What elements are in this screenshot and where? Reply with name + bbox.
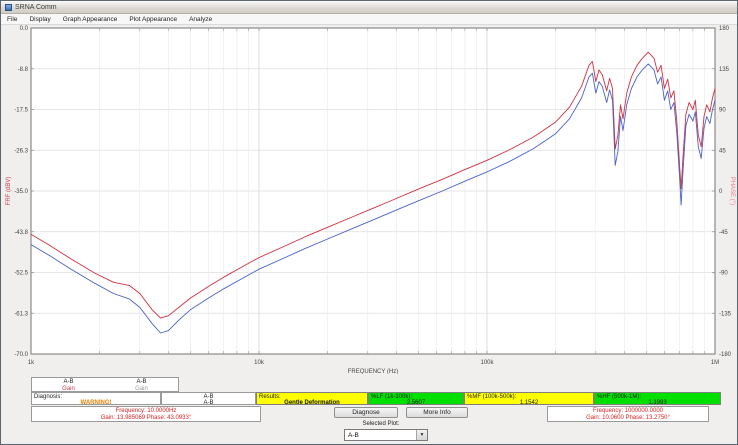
metric-mf: %MF (100k-500k): 1.1542 bbox=[464, 392, 594, 405]
diagnosis-box: Diagnosis: WARNING! bbox=[31, 392, 161, 405]
legend-entry-2: A-B Gain bbox=[105, 378, 178, 391]
svg-text:0: 0 bbox=[719, 189, 723, 195]
app-icon bbox=[5, 4, 12, 11]
frequency-response-chart[interactable]: 0.0 180 -8.8 135 -17.5 90 -26.3 45 -35.0 0 -43.8 -4… bbox=[1, 25, 738, 374]
cursor-readout-right: Frequency: 1000000.0000 Gain: 10.0600 Ph… bbox=[547, 406, 709, 422]
metric-lf-label: %LF (1k-100k): bbox=[369, 393, 463, 400]
svg-text:-17.5: -17.5 bbox=[14, 108, 28, 114]
cursor-right-gain-phase: Gain: 10.0600 Phase: 13.2750° bbox=[548, 415, 708, 422]
metric-lf-value: 2.5607 bbox=[369, 400, 463, 406]
legend-plot-name: A-B bbox=[105, 379, 178, 386]
cursor-readout-left: Frequency: 10.0000Hz Gain: 13.985069 Pha… bbox=[31, 406, 261, 422]
svg-text:-8.8: -8.8 bbox=[18, 67, 29, 73]
svg-text:10k: 10k bbox=[254, 360, 265, 366]
svg-text:1k: 1k bbox=[28, 360, 35, 366]
bottom-panel: A-B Gain A-B Gain Diagnosis: WARNING! A-… bbox=[1, 374, 738, 445]
svg-text:-61.3: -61.3 bbox=[14, 311, 28, 317]
svg-text:-70.0: -70.0 bbox=[14, 352, 28, 358]
results-label: Results: bbox=[257, 393, 367, 400]
plot-legend: A-B Gain A-B Gain bbox=[31, 377, 179, 392]
menu-file[interactable]: File bbox=[1, 14, 23, 24]
app-window: SRNA Comm File Display Graph Appearance … bbox=[0, 0, 738, 445]
more-info-button[interactable]: More Info bbox=[406, 407, 468, 418]
svg-text:-52.5: -52.5 bbox=[14, 271, 28, 277]
svg-text:135: 135 bbox=[719, 67, 730, 73]
diagnose-button[interactable]: Diagnose bbox=[334, 407, 398, 418]
svg-text:1M: 1M bbox=[711, 360, 719, 366]
menu-plot-appearance[interactable]: Plot Appearance bbox=[123, 14, 183, 24]
menu-display[interactable]: Display bbox=[23, 14, 56, 24]
cursor-right-frequency: Frequency: 1000000.0000 bbox=[548, 408, 708, 415]
cursor-left-frequency: Frequency: 10.0000Hz bbox=[32, 408, 260, 415]
svg-text:100k: 100k bbox=[480, 360, 494, 366]
svg-text:PHASE (°): PHASE (°) bbox=[729, 177, 735, 205]
menu-analyze[interactable]: Analyze bbox=[183, 14, 218, 24]
svg-text:90: 90 bbox=[719, 108, 726, 114]
results-box: Results: Gentle Deformation bbox=[256, 392, 368, 405]
metric-lf: %LF (1k-100k): 2.5607 bbox=[368, 392, 464, 405]
window-title: SRNA Comm bbox=[15, 4, 57, 11]
diagnosis-label: Diagnosis: bbox=[32, 393, 160, 400]
svg-text:-135: -135 bbox=[719, 311, 732, 317]
title-bar[interactable]: SRNA Comm bbox=[1, 1, 737, 14]
cursor-left-gain-phase: Gain: 13.985069 Phase: 43.0933° bbox=[32, 415, 260, 422]
svg-text:-35.0: -35.0 bbox=[14, 189, 28, 195]
metric-hf: %HF (500k-1M): 1.1993 bbox=[594, 392, 721, 405]
metric-mf-label: %MF (100k-500k): bbox=[465, 393, 593, 400]
chart-area[interactable]: 0.0 180 -8.8 135 -17.5 90 -26.3 45 -35.0 0 -43.8 -4… bbox=[1, 25, 738, 374]
legend-plot-name: A-B bbox=[32, 379, 105, 386]
results-value: Gentle Deformation bbox=[257, 400, 367, 406]
metric-hf-label: %HF (500k-1M): bbox=[595, 393, 720, 400]
svg-text:-45: -45 bbox=[719, 230, 728, 236]
plot-reference-box: A-B A-B bbox=[161, 392, 256, 405]
chevron-down-icon[interactable]: ▼ bbox=[416, 430, 427, 440]
svg-text:-90: -90 bbox=[719, 271, 728, 277]
svg-text:-26.3: -26.3 bbox=[14, 148, 28, 154]
selected-plot-dropdown[interactable]: A-B ▼ bbox=[344, 429, 428, 441]
legend-entry-1: A-B Gain bbox=[32, 378, 105, 391]
selected-plot-value: A-B bbox=[345, 432, 416, 439]
menu-graph-appearance[interactable]: Graph Appearance bbox=[57, 14, 124, 24]
selected-plot-label: Selected Plot: bbox=[301, 421, 461, 427]
svg-text:-180: -180 bbox=[719, 352, 732, 358]
svg-text:45: 45 bbox=[719, 148, 726, 154]
svg-text:180: 180 bbox=[719, 26, 730, 32]
svg-text:-43.8: -43.8 bbox=[14, 230, 28, 236]
menu-bar: File Display Graph Appearance Plot Appea… bbox=[1, 14, 737, 25]
svg-text:FRF (dBV): FRF (dBV) bbox=[6, 177, 12, 206]
svg-text:0.0: 0.0 bbox=[20, 26, 29, 32]
